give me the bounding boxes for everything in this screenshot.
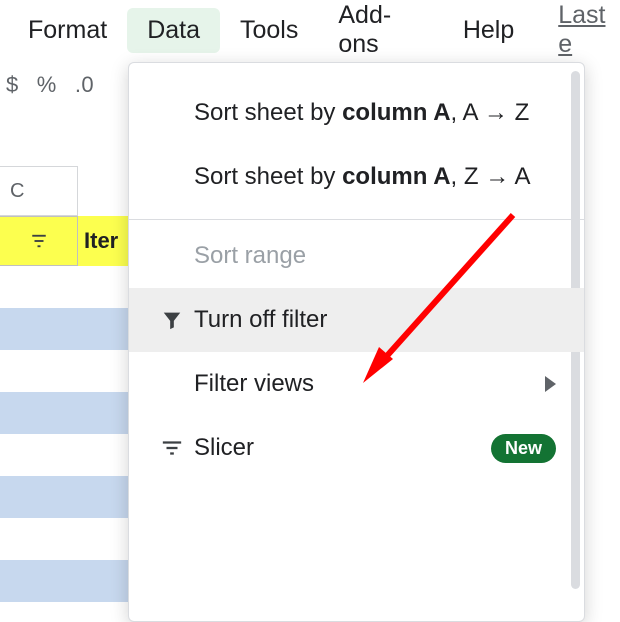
table-row[interactable] [0, 476, 130, 518]
data-dropdown: Sort sheet by column A, A → Z Sort sheet… [128, 62, 585, 622]
menu-help[interactable]: Help [443, 8, 534, 53]
sheet-rows [0, 266, 130, 602]
menu-addons[interactable]: Add-ons [318, 0, 442, 67]
table-row[interactable] [0, 434, 130, 476]
tb-currency[interactable]: $ [6, 72, 19, 98]
menu-sort-za[interactable]: Sort sheet by column A, Z → A [129, 145, 584, 209]
menu-data[interactable]: Data [127, 8, 220, 53]
filter-icon [30, 232, 48, 250]
column-header-c[interactable]: C [0, 166, 78, 216]
menu-sort-az[interactable]: Sort sheet by column A, A → Z [129, 81, 584, 145]
filter-cell[interactable] [0, 216, 78, 266]
table-row[interactable] [0, 560, 130, 602]
chevron-right-icon [545, 376, 556, 392]
table-row[interactable] [0, 308, 130, 350]
filter-header-row: Iter [0, 216, 130, 266]
last-edit-link[interactable]: Last e [534, 1, 620, 59]
menu-sort-range: Sort range [129, 224, 584, 288]
new-badge: New [491, 434, 556, 463]
menu-filter-views[interactable]: Filter views [129, 352, 584, 416]
funnel-icon [161, 309, 183, 331]
menu-tools[interactable]: Tools [220, 8, 318, 53]
table-row[interactable] [0, 392, 130, 434]
table-row[interactable] [0, 350, 130, 392]
header-cell-item[interactable]: Iter [78, 216, 130, 266]
table-row[interactable] [0, 266, 130, 308]
table-row[interactable] [0, 518, 130, 560]
menubar: Format Data Tools Add-ons Help Last e [0, 0, 620, 60]
tb-decimal[interactable]: .0 [75, 72, 94, 98]
spreadsheet-grid: C Iter [0, 166, 130, 602]
menu-slicer[interactable]: Slicer New [129, 416, 584, 480]
menu-separator [129, 219, 584, 220]
tb-percent[interactable]: % [37, 72, 57, 98]
menu-format[interactable]: Format [8, 8, 127, 53]
slicer-icon [161, 439, 183, 457]
menu-turn-off-filter[interactable]: Turn off filter [129, 288, 584, 352]
